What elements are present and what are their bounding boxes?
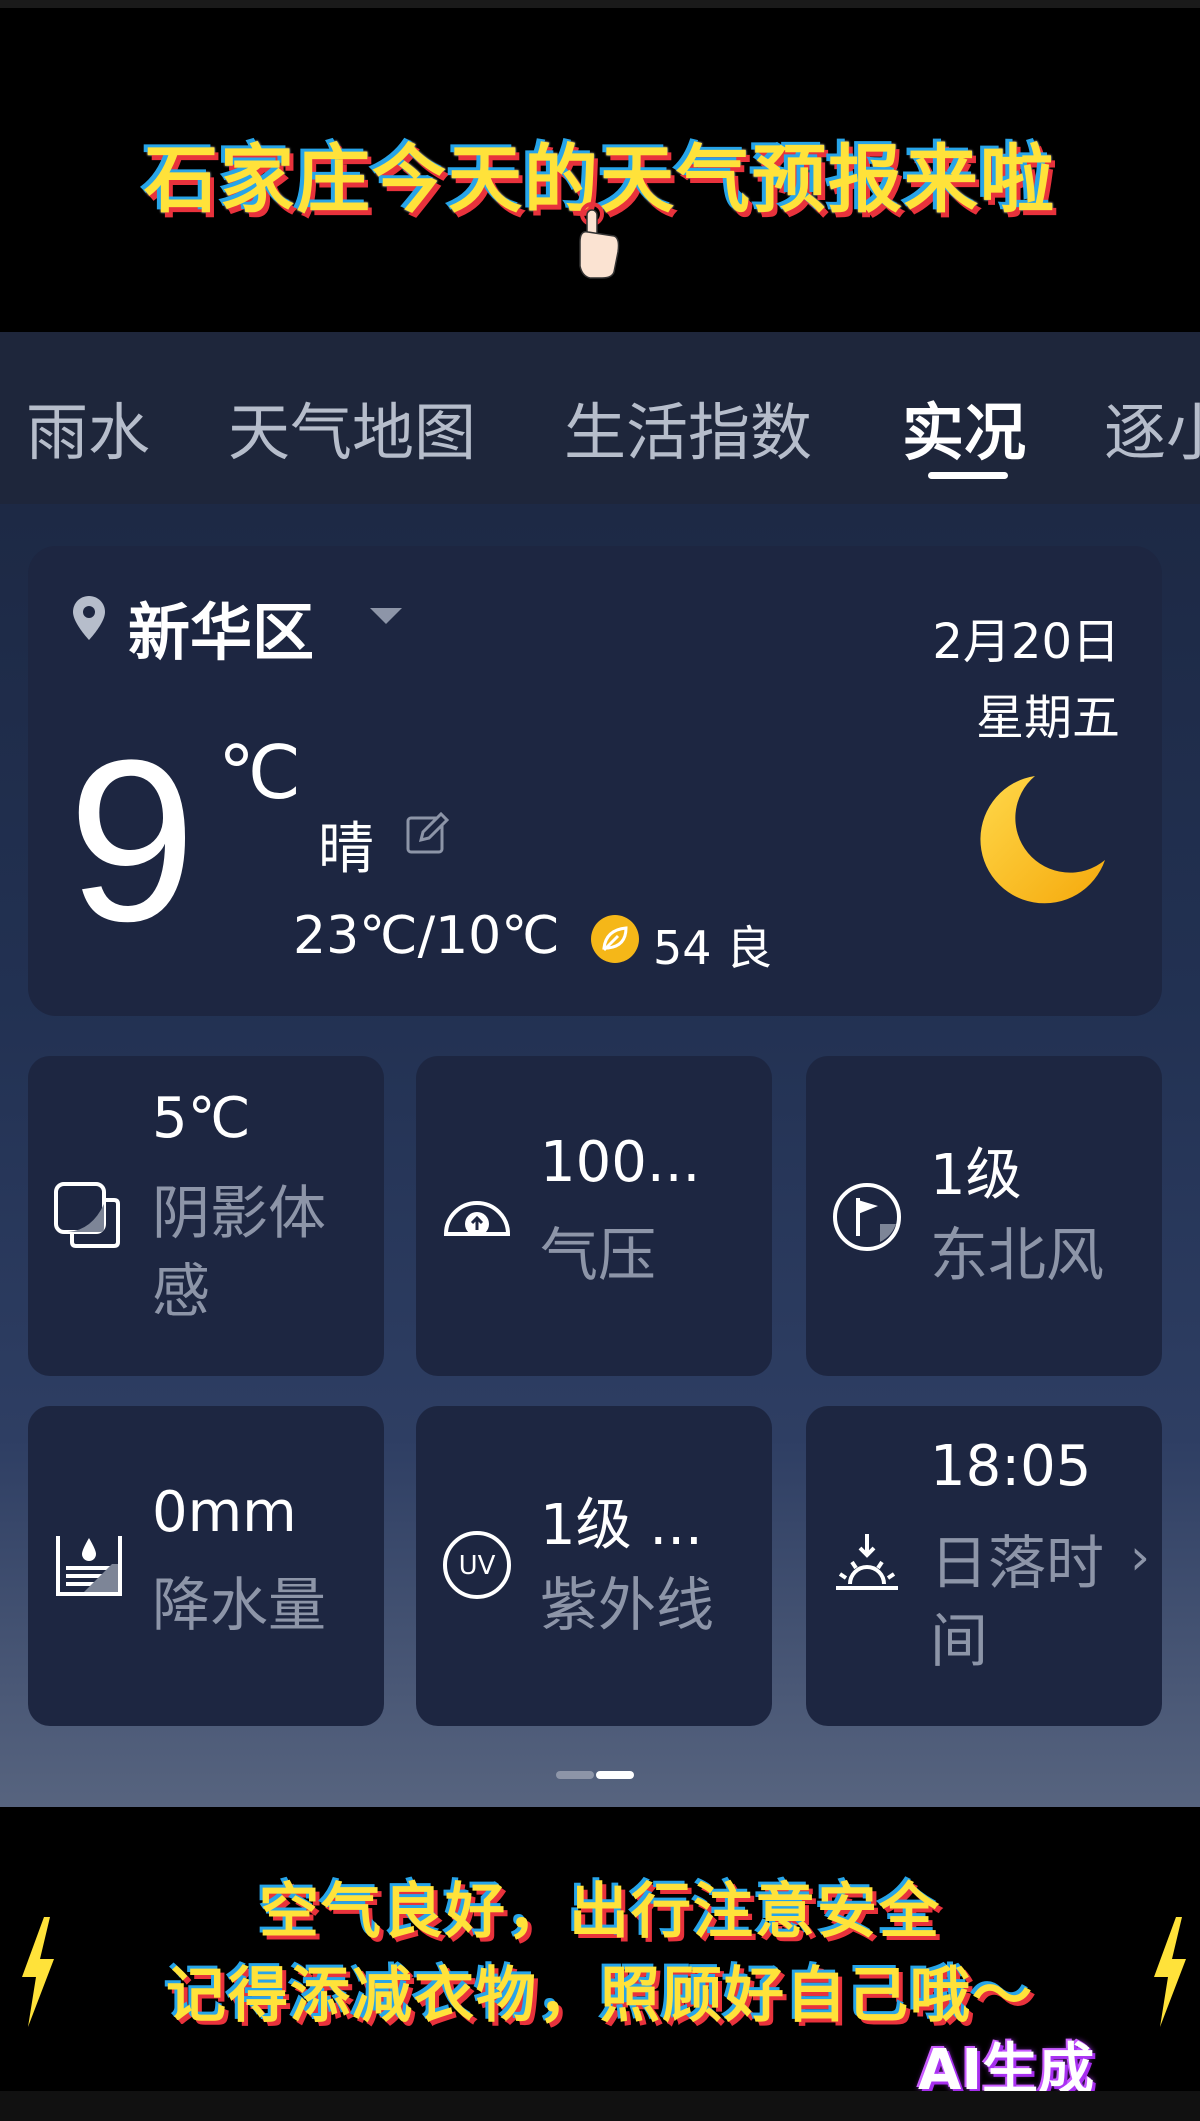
metric-label: 气压 xyxy=(540,1221,657,1289)
metric-pressure[interactable]: 100... 气压 xyxy=(416,1056,772,1376)
lightning-icon xyxy=(22,1917,54,2027)
caption-line-2: 记得添减衣物，照顾好自己哦～ xyxy=(166,1961,1034,2031)
metric-value: 18:05 xyxy=(930,1434,1092,1499)
tab-hourly[interactable]: 逐小 xyxy=(1104,382,1200,472)
caption-line-1: 空气良好，出行注意安全 xyxy=(259,1877,941,1947)
location-pin-icon xyxy=(73,596,105,640)
metric-label: 阴影体感 xyxy=(152,1179,327,1325)
current-temperature: 9 xyxy=(68,712,196,969)
top-banner: 石家庄今天的天气预报来啦 xyxy=(0,0,1200,332)
current-weather-card: 新华区 2月20日 星期五 9 ℃ 晴 23℃/10℃ 54 良 xyxy=(28,546,1162,1016)
weather-app: 雨水 天气地图 生活指数 实况 逐小 新华区 2月20日 星期五 9 ℃ 晴 2… xyxy=(0,332,1200,1807)
metric-uv[interactable]: UV 1级 ... 紫外线 xyxy=(416,1406,772,1726)
metric-label: 降水量 xyxy=(152,1571,327,1639)
chevron-right-icon: › xyxy=(1130,1528,1150,1586)
sunset-icon xyxy=(836,1534,898,1590)
moon-icon xyxy=(980,776,1105,904)
metric-value: 5℃ xyxy=(152,1086,251,1151)
air-quality-leaf-icon xyxy=(591,915,639,963)
bottom-strip xyxy=(0,2091,1200,2121)
weekday: 星期五 xyxy=(975,690,1120,746)
dropdown-arrow-icon[interactable] xyxy=(368,604,404,628)
uv-icon: UV xyxy=(443,1531,511,1599)
temperature-unit: ℃ xyxy=(218,730,302,816)
active-tab-indicator xyxy=(928,472,1008,479)
metric-label: 日落时间 xyxy=(930,1529,1105,1675)
tab-rain[interactable]: 雨水 xyxy=(26,382,150,472)
metric-value: 1级 ... xyxy=(540,1493,703,1558)
weather-condition: 晴 xyxy=(318,817,374,882)
pressure-icon xyxy=(443,1201,511,1236)
feels-like-icon xyxy=(54,1182,120,1248)
metric-wind[interactable]: 1级 东北风 xyxy=(806,1056,1162,1376)
metric-label: 东北风 xyxy=(930,1221,1105,1289)
metric-value: 100... xyxy=(540,1130,701,1195)
location-name[interactable]: 新华区 xyxy=(128,582,314,672)
date: 2月20日 xyxy=(932,614,1120,670)
metric-value: 0mm xyxy=(152,1480,297,1545)
edit-icon[interactable] xyxy=(403,808,453,858)
metric-value: 1级 xyxy=(930,1143,1022,1208)
metric-sunset[interactable]: 18:05 日落时间 › xyxy=(806,1406,1162,1726)
tab-life-index[interactable]: 生活指数 xyxy=(564,382,812,472)
pointing-hand-icon xyxy=(579,202,620,279)
temperature-range: 23℃/10℃ xyxy=(293,906,560,966)
metric-feels-like[interactable]: 5℃ 阴影体感 xyxy=(28,1056,384,1376)
tab-live[interactable]: 实况 xyxy=(902,382,1026,472)
tab-weather-map[interactable]: 天气地图 xyxy=(228,382,476,472)
wind-flag-icon xyxy=(833,1183,901,1251)
bottom-banner: 空气良好，出行注意安全 记得添减衣物，照顾好自己哦～ AI生成 xyxy=(0,1807,1200,2121)
tab-bar: 雨水 天气地图 生活指数 实况 逐小 xyxy=(0,332,1200,504)
metric-label: 紫外线 xyxy=(540,1571,715,1639)
metric-precipitation[interactable]: 0mm 降水量 xyxy=(28,1406,384,1726)
page-indicator xyxy=(556,1771,634,1779)
air-quality-value[interactable]: 54 良 xyxy=(653,912,772,978)
svg-text:UV: UV xyxy=(459,1551,496,1581)
precipitation-icon xyxy=(56,1536,122,1596)
lightning-icon xyxy=(1154,1917,1186,2027)
status-strip xyxy=(0,0,1200,8)
